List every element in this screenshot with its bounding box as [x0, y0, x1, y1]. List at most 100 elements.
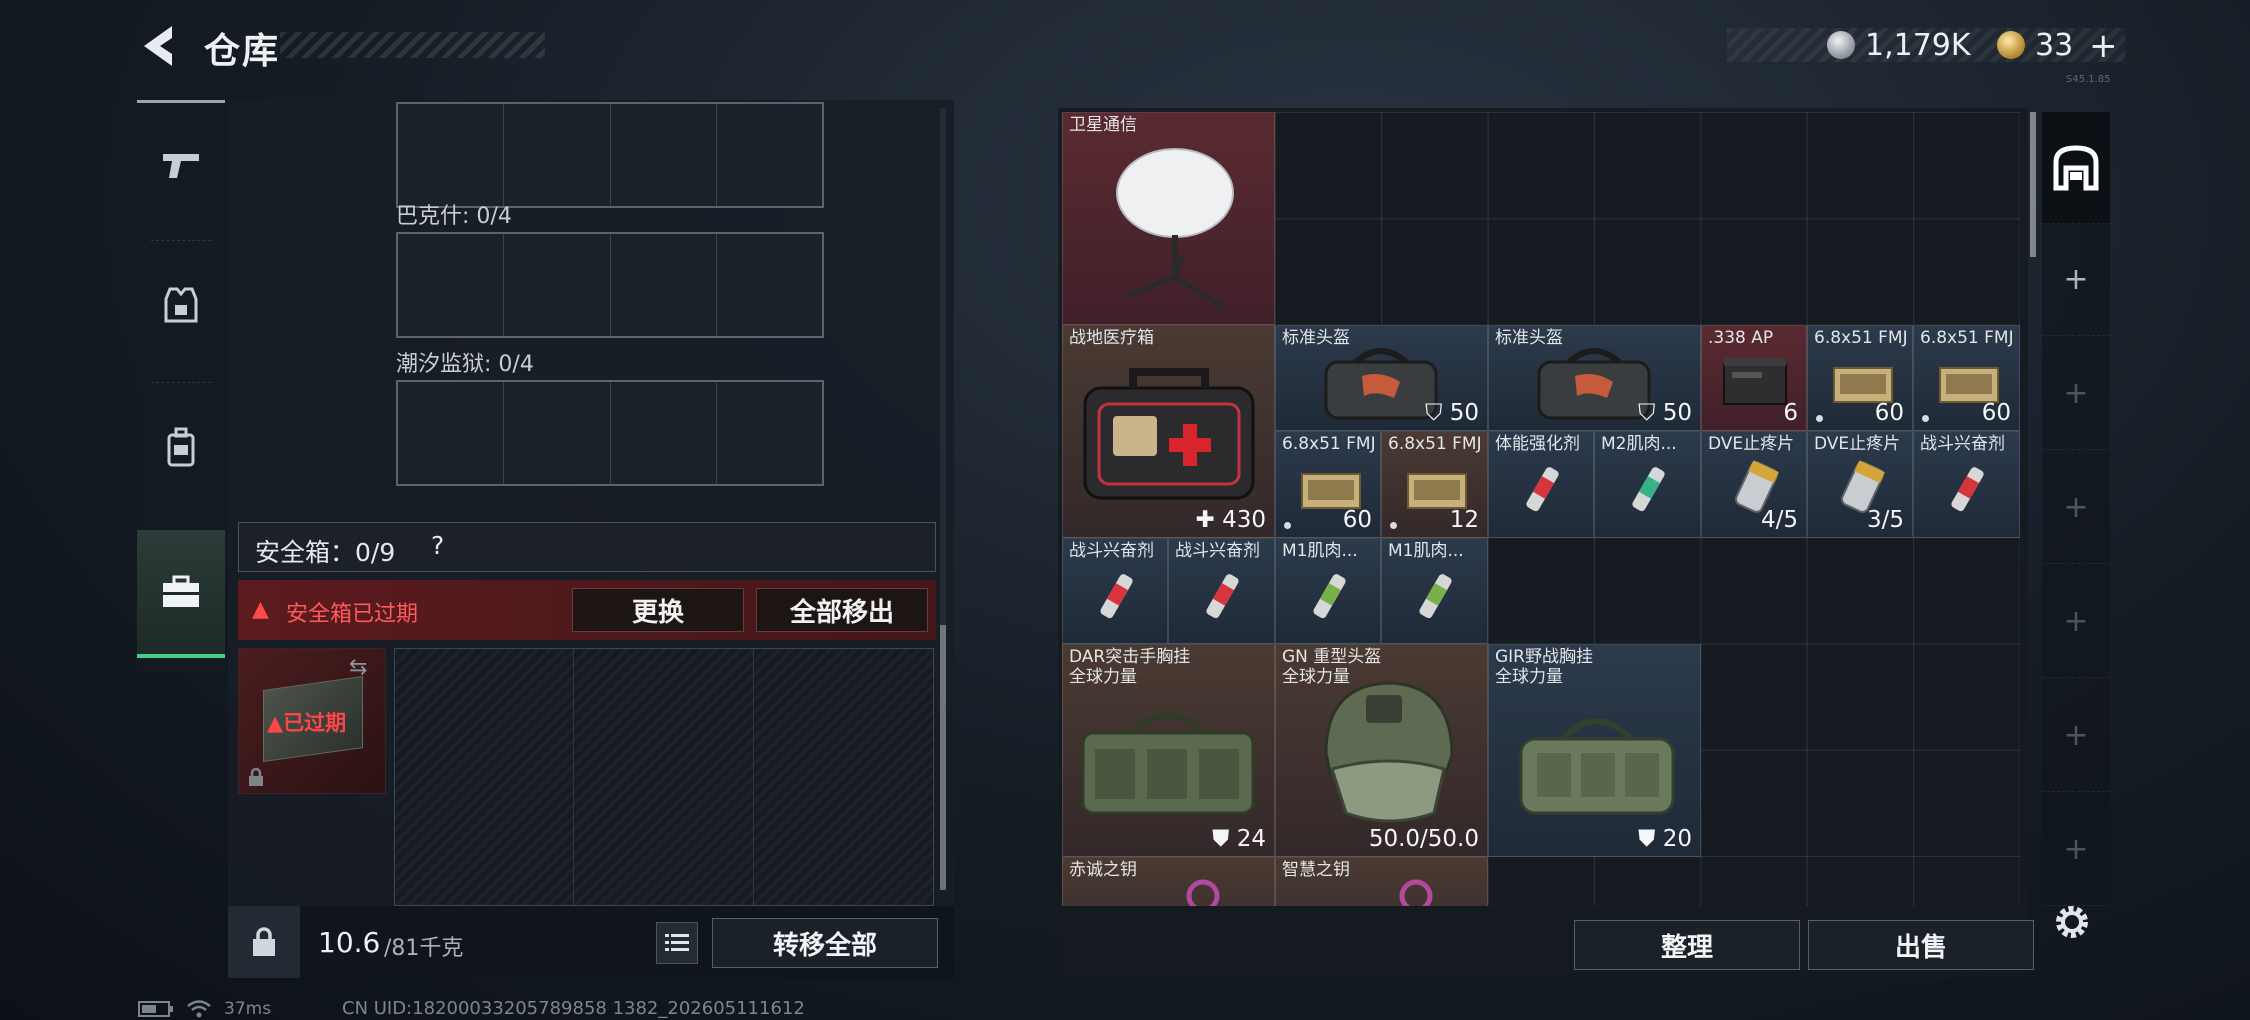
- lock-icon: [253, 927, 275, 956]
- item-value: 50.0/50.0: [1368, 826, 1479, 852]
- item-combat-stimulant[interactable]: 战斗兴奋剂: [1913, 431, 2020, 538]
- add-storage-tab[interactable]: +: [2042, 338, 2110, 450]
- item-name: 战地医疗箱: [1069, 328, 1154, 348]
- list-icon: [665, 934, 689, 951]
- list-view-button[interactable]: [656, 922, 698, 964]
- item-satellite-comm[interactable]: 卫星通信: [1062, 112, 1275, 325]
- add-storage-tab[interactable]: +: [2042, 680, 2110, 792]
- add-storage-tab[interactable]: +: [2042, 452, 2110, 564]
- item-combat-stimulant[interactable]: 战斗兴奋剂: [1168, 538, 1275, 644]
- item-dar-chest-rig[interactable]: DAR突击手胸挂 全球力量 ⛊ 24: [1062, 644, 1275, 857]
- item-gir-field-chest-rig[interactable]: GIR野战胸挂 全球力量 ⛊ 20: [1488, 644, 1701, 857]
- category-tabs: [137, 100, 225, 672]
- item-value: 60: [1342, 507, 1372, 533]
- silver-amount: 1,179K: [1865, 28, 1971, 63]
- item-durability: ✚ 430: [1196, 507, 1267, 533]
- sort-button[interactable]: 整理: [1574, 920, 1800, 970]
- remove-all-button[interactable]: 全部移出: [756, 588, 928, 632]
- wifi-icon: [187, 1000, 211, 1018]
- item-key-chicheng[interactable]: 赤诚之钥: [1062, 857, 1275, 906]
- storage-slot-grid-bakhsh[interactable]: [396, 232, 824, 338]
- add-storage-tab[interactable]: +: [2042, 794, 2110, 906]
- tab-armor[interactable]: [137, 246, 225, 364]
- warning-icon: ▲: [252, 597, 269, 622]
- item-dot: [1284, 522, 1291, 529]
- item-dve-painkiller[interactable]: DVE止疼片 4/5: [1701, 431, 1807, 538]
- item-dot: [1816, 415, 1823, 422]
- item-standard-helmet[interactable]: 标准头盔 ⛉ 50: [1275, 325, 1488, 431]
- item-dve-painkiller[interactable]: DVE止疼片 3/5: [1807, 431, 1913, 538]
- item-dot: [1922, 415, 1929, 422]
- status-bar: 37ms: [138, 998, 271, 1020]
- storage-scrollbar-thumb[interactable]: [940, 625, 946, 890]
- gold-coin-icon: [1997, 31, 2025, 59]
- item-name: 智慧之钥: [1282, 860, 1350, 880]
- item-m1-muscle[interactable]: M1肌肉...: [1275, 538, 1381, 644]
- safe-case-grid[interactable]: [394, 648, 934, 906]
- storage-slot-grid[interactable]: [396, 102, 824, 208]
- title-decoration: [280, 32, 545, 58]
- item-field-medkit[interactable]: 战地医疗箱 ✚ 430: [1062, 325, 1275, 538]
- transfer-all-button[interactable]: 转移全部: [712, 918, 938, 968]
- item-6.8x51-fmj[interactable]: 6.8x51 FMJ 60: [1913, 325, 2020, 431]
- item-capacity: ⛊ 20: [1638, 826, 1692, 852]
- tab-backpack[interactable]: [137, 388, 225, 506]
- injector-icon: [1419, 574, 1452, 619]
- item-gn-heavy-helmet[interactable]: GN 重型头盔 全球力量 50.0/50.0: [1275, 644, 1488, 857]
- settings-gear-icon[interactable]: [2050, 900, 2094, 944]
- swap-icon[interactable]: ⇆: [349, 655, 367, 680]
- safe-case-thumbnail[interactable]: ▲已过期 ⇆: [238, 648, 386, 794]
- item-key-wisdom[interactable]: 智慧之钥: [1275, 857, 1488, 906]
- key-icon: [1399, 879, 1433, 906]
- storage-slot-grid-tidal-prison[interactable]: [396, 380, 824, 486]
- help-button[interactable]: ?: [431, 531, 444, 560]
- item-armor-value: ⛉ 50: [1638, 400, 1692, 426]
- item-338-ap[interactable]: .338 AP 6: [1701, 325, 1807, 431]
- add-storage-tab[interactable]: +: [2042, 224, 2110, 336]
- item-m2-muscle[interactable]: M2肌肉...: [1594, 431, 1701, 538]
- item-standard-helmet[interactable]: 标准头盔 ⛉ 50: [1488, 325, 1701, 431]
- add-storage-tab[interactable]: +: [2042, 566, 2110, 678]
- add-gold-button[interactable]: +: [2089, 26, 2118, 66]
- back-icon[interactable]: [138, 22, 180, 70]
- weight-max: /81千克: [384, 936, 464, 961]
- briefcase-icon: [163, 575, 199, 607]
- weight-current: 10.6: [318, 926, 381, 959]
- item-name: M1肌肉...: [1282, 541, 1358, 561]
- tab-weapons[interactable]: [137, 106, 225, 224]
- item-name: GIR野战胸挂: [1495, 647, 1593, 667]
- injector-icon: [1206, 574, 1239, 619]
- item-name: .338 AP: [1708, 328, 1774, 348]
- case-expired-text: 已过期: [283, 711, 347, 735]
- storage-icon: [2053, 144, 2099, 190]
- durability-icon: ✚: [1195, 507, 1215, 533]
- item-value: 6: [1783, 400, 1798, 426]
- item-name: 战斗兴奋剂: [1175, 541, 1260, 561]
- ammo-icon: [1301, 473, 1361, 509]
- item-6.8x51-fmj[interactable]: 6.8x51 FMJ 60: [1275, 431, 1381, 538]
- safe-box-header: 安全箱：0/9 ?: [238, 522, 936, 572]
- inventory-grid[interactable]: 卫星通信 战地医疗箱 ✚ 430 标准头盔 ⛉ 50 标准头盔 ⛉ 50 .33…: [1062, 112, 2020, 906]
- item-name: 战斗兴奋剂: [1069, 541, 1154, 561]
- weight-lock-button[interactable]: [228, 906, 300, 978]
- helmet-icon: [1324, 681, 1454, 823]
- inventory-scrollbar-thumb[interactable]: [2030, 112, 2036, 257]
- storage-tab-main[interactable]: [2042, 112, 2110, 224]
- medkit-icon: [1083, 368, 1255, 500]
- battery-icon: [138, 1001, 173, 1017]
- injector-icon: [1632, 467, 1665, 512]
- item-6.8x51-fmj[interactable]: 6.8x51 FMJ 12: [1381, 431, 1488, 538]
- item-value: 4/5: [1760, 507, 1798, 533]
- item-combat-stimulant[interactable]: 战斗兴奋剂: [1062, 538, 1168, 644]
- item-6.8x51-fmj[interactable]: 6.8x51 FMJ 60: [1807, 325, 1913, 431]
- item-name: 赤诚之钥: [1069, 860, 1137, 880]
- safe-box-title: 安全箱：0/9: [255, 538, 396, 567]
- item-stamina-booster[interactable]: 体能强化剂: [1488, 431, 1594, 538]
- replace-button[interactable]: 更换: [572, 588, 744, 632]
- item-m1-muscle[interactable]: M1肌肉...: [1381, 538, 1488, 644]
- sell-button[interactable]: 出售: [1808, 920, 2034, 970]
- item-armor-value: ⛉ 50: [1425, 400, 1479, 426]
- tab-safe-case[interactable]: [137, 530, 225, 658]
- item-value: 3/5: [1866, 507, 1904, 533]
- satellite-dish-icon: [1116, 148, 1234, 310]
